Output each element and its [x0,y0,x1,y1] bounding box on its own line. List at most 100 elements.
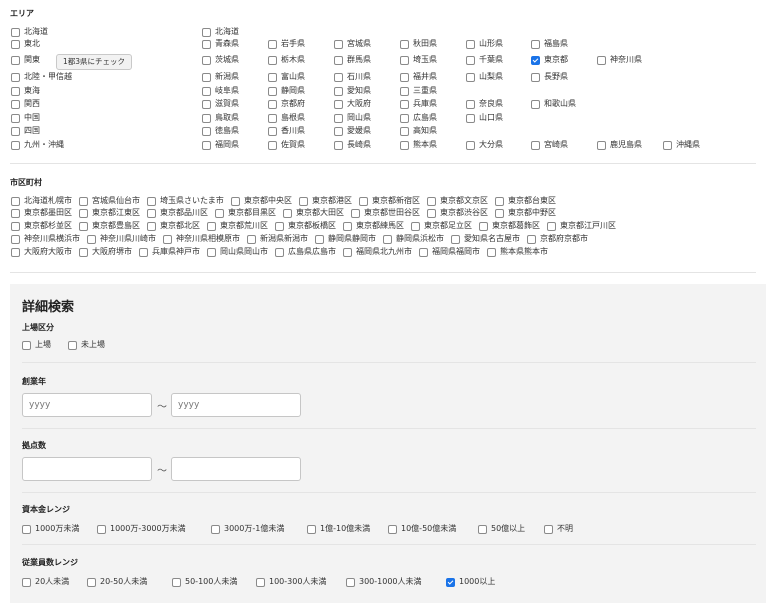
prefecture-checkbox[interactable]: 徳島県 [202,126,239,136]
checkbox[interactable] [79,208,88,218]
city-checkbox[interactable]: 東京都板橋区 [275,221,336,231]
employee-checkbox[interactable]: 20-50人未満 [87,577,147,587]
prefecture-checkbox[interactable]: 神奈川県 [597,55,642,65]
prefecture-checkbox[interactable]: 佐賀県 [268,140,305,150]
capital-checkbox[interactable]: 50億以上 [478,524,525,534]
checkbox[interactable] [531,99,540,109]
employee-checkbox[interactable]: 20人未満 [22,577,69,587]
checkbox[interactable] [343,221,352,231]
checkbox[interactable] [22,340,31,350]
checkbox[interactable] [334,99,343,109]
checkbox[interactable] [466,55,475,65]
city-checkbox[interactable]: 東京都豊島区 [79,221,140,231]
region-checkbox[interactable]: 北海道 [11,27,48,37]
prefecture-checkbox[interactable]: 愛媛県 [334,126,371,136]
checkbox-checked[interactable] [531,55,540,65]
checkbox[interactable] [202,55,211,65]
checkbox[interactable] [87,577,96,587]
checkbox[interactable] [495,208,504,218]
prefecture-checkbox[interactable]: 福島県 [531,39,568,49]
checkbox[interactable] [427,196,436,206]
city-checkbox[interactable]: 兵庫県神戸市 [139,247,200,257]
checkbox[interactable] [334,39,343,49]
bases-from-input[interactable] [22,457,152,481]
checkbox[interactable] [256,577,265,587]
capital-checkbox[interactable]: 3000万-1億未満 [211,524,284,534]
checkbox[interactable] [207,221,216,231]
prefecture-checkbox[interactable]: 石川県 [334,72,371,82]
checkbox[interactable] [299,196,308,206]
city-checkbox[interactable]: 東京都葛飾区 [479,221,540,231]
checkbox[interactable] [215,208,224,218]
capital-checkbox[interactable]: 1000万-3000万未満 [97,524,186,534]
city-checkbox[interactable]: 東京都目黒区 [215,208,276,218]
checkbox[interactable] [400,72,409,82]
checkbox[interactable] [400,99,409,109]
checkbox[interactable] [466,113,475,123]
checkbox[interactable] [495,196,504,206]
checkbox[interactable] [400,86,409,96]
checkbox[interactable] [11,247,20,257]
bases-to-input[interactable] [171,457,301,481]
checkbox[interactable] [68,340,77,350]
city-checkbox[interactable]: 大阪府大阪市 [11,247,72,257]
city-checkbox[interactable]: 京都府京都市 [527,234,588,244]
checkbox[interactable] [11,27,20,37]
checkbox[interactable] [307,524,316,534]
checkbox[interactable] [400,39,409,49]
checkbox[interactable] [411,221,420,231]
prefecture-checkbox[interactable]: 宮崎県 [531,140,568,150]
checkbox[interactable] [202,113,211,123]
city-checkbox[interactable]: 静岡県静岡市 [315,234,376,244]
prefecture-checkbox[interactable]: 沖縄県 [663,140,700,150]
checkbox[interactable] [147,221,156,231]
checkbox[interactable] [451,234,460,244]
city-checkbox[interactable]: 東京都練馬区 [343,221,404,231]
region-checkbox[interactable]: 中国 [11,113,40,123]
checkbox[interactable] [202,99,211,109]
checkbox[interactable] [11,113,20,123]
checkbox[interactable] [268,140,277,150]
checkbox[interactable] [87,234,96,244]
checkbox[interactable] [11,234,20,244]
prefecture-checkbox[interactable]: 大阪府 [334,99,371,109]
checkbox[interactable] [247,234,256,244]
prefecture-checkbox[interactable]: 高知県 [400,126,437,136]
checkbox[interactable] [11,55,20,65]
prefecture-checkbox[interactable]: 埼玉県 [400,55,437,65]
prefecture-checkbox[interactable]: 滋賀県 [202,99,239,109]
prefecture-checkbox[interactable]: 静岡県 [268,86,305,96]
city-checkbox[interactable]: 東京都北区 [147,221,200,231]
city-checkbox[interactable]: 神奈川県横浜市 [11,234,80,244]
prefecture-checkbox[interactable]: 山梨県 [466,72,503,82]
prefecture-checkbox[interactable]: 三重県 [400,86,437,96]
checkbox[interactable] [466,39,475,49]
checkbox[interactable] [531,72,540,82]
city-checkbox[interactable]: 福岡県北九州市 [343,247,412,257]
checkbox[interactable] [97,524,106,534]
prefecture-checkbox[interactable]: 鹿児島県 [597,140,642,150]
prefecture-checkbox[interactable]: 山形県 [466,39,503,49]
prefecture-checkbox[interactable]: 福井県 [400,72,437,82]
city-checkbox[interactable]: 東京都墨田区 [11,208,72,218]
city-checkbox[interactable]: 東京都杉並区 [11,221,72,231]
checkbox[interactable] [351,208,360,218]
prefecture-checkbox[interactable]: 京都府 [268,99,305,109]
prefecture-checkbox[interactable]: 福岡県 [202,140,239,150]
checkbox[interactable] [22,524,31,534]
employee-checkbox[interactable]: 1000以上 [446,577,495,587]
checkbox[interactable] [268,86,277,96]
prefecture-checkbox[interactable]: 広島県 [400,113,437,123]
checkbox[interactable] [79,221,88,231]
prefecture-checkbox[interactable]: 岩手県 [268,39,305,49]
checkbox[interactable] [11,39,20,49]
prefecture-checkbox[interactable]: 大分県 [466,140,503,150]
checkbox[interactable] [268,99,277,109]
prefecture-checkbox[interactable]: 奈良県 [466,99,503,109]
checkbox[interactable] [11,208,20,218]
founded-to-input[interactable]: yyyy [171,393,301,417]
prefecture-checkbox[interactable]: 北海道 [202,27,239,37]
prefecture-checkbox[interactable]: 長野県 [531,72,568,82]
checkbox[interactable] [597,55,606,65]
employee-checkbox[interactable]: 50-100人未満 [172,577,237,587]
